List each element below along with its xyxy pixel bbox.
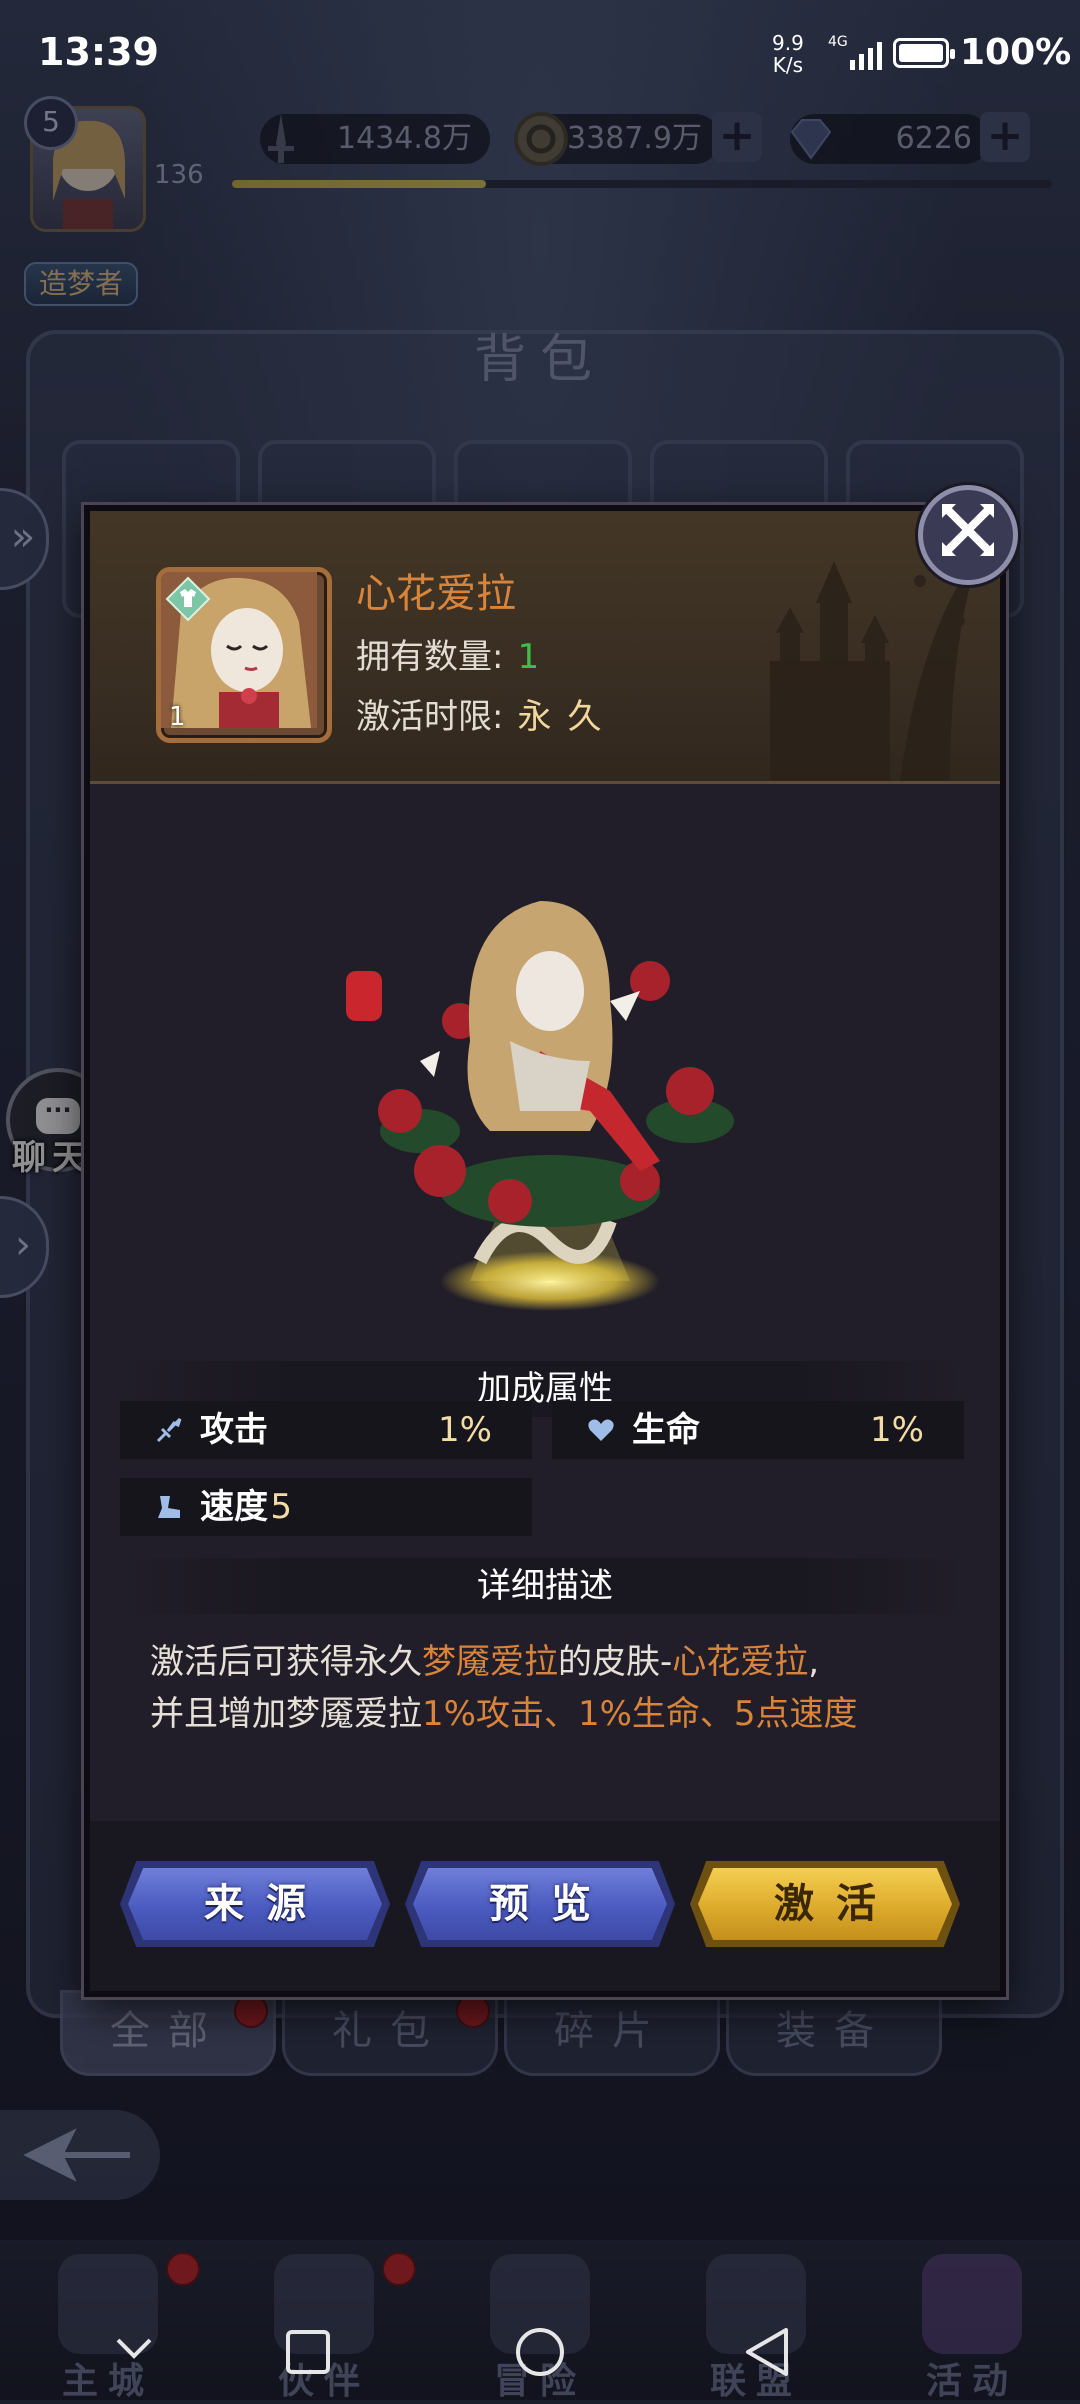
system-navigation-bar: [116, 2328, 788, 2376]
owned-count-row: 拥有数量: 1: [356, 629, 539, 678]
detail-description-header: 详细描述: [120, 1558, 970, 1614]
attribute-value: 1%: [438, 1410, 492, 1450]
signal-type: 4G: [828, 34, 848, 50]
recents-icon[interactable]: [286, 2330, 330, 2374]
duration-label: 激活时限:: [356, 697, 504, 737]
owned-count-label: 拥有数量:: [356, 637, 504, 677]
attribute-speed: 速度 5: [120, 1478, 532, 1536]
duration-value: 永久: [517, 697, 618, 737]
attribute-value: 5: [270, 1487, 292, 1527]
status-bar: 13:39 9.9 K/s 4G 100%: [0, 0, 1080, 100]
attribute-label: 速度: [200, 1487, 268, 1527]
battery-icon: [893, 38, 955, 68]
attribute-label: 生命: [632, 1410, 700, 1450]
duration-row: 激活时限: 永久: [356, 689, 617, 738]
shirt-badge-icon: [165, 576, 211, 622]
skin-detail-dialog: 1 心花爱拉 拥有数量: 1 激活时限: 永久 加成属性 攻击 1% 生命 1%…: [84, 505, 1006, 1997]
status-time: 13:39: [38, 30, 159, 74]
description-highlight: 梦魇爱拉: [422, 1642, 558, 1682]
close-icon: [942, 504, 994, 556]
description-highlight: 心花爱拉: [672, 1642, 809, 1682]
network-speed: 9.9 K/s: [772, 32, 804, 76]
speed-icon: [158, 1496, 180, 1518]
battery-percent: 100%: [960, 32, 1072, 73]
preview-button[interactable]: 预览: [405, 1861, 675, 1947]
dialog-header: 1 心花爱拉 拥有数量: 1 激活时限: 永久: [90, 511, 1000, 784]
activate-button-label: 激活: [774, 1881, 898, 1927]
description-text-part: 并且增加梦魇爱拉: [150, 1694, 422, 1734]
attribute-attack: 攻击 1%: [120, 1401, 532, 1459]
source-button[interactable]: 来源: [120, 1861, 390, 1947]
skin-artwork: [346, 901, 734, 1311]
network-speed-value: 9.9: [772, 31, 804, 55]
source-button-label: 来源: [204, 1881, 328, 1927]
attribute-value: 1%: [870, 1410, 924, 1450]
back-icon[interactable]: [746, 2328, 788, 2376]
detail-description-title: 详细描述: [477, 1566, 613, 1606]
owned-count-value: 1: [517, 637, 540, 677]
description-highlight: 1%攻击、1%生命、5点速度: [422, 1694, 858, 1734]
heart-icon: [588, 1419, 614, 1441]
item-icon-frame: 1: [156, 567, 332, 743]
description-line-2: 并且增加梦魇爱拉1%攻击、1%生命、5点速度: [150, 1688, 950, 1740]
close-dialog-button[interactable]: [918, 485, 1018, 585]
activate-button[interactable]: 激活: [690, 1861, 960, 1947]
attribute-label: 攻击: [200, 1410, 268, 1450]
description-text-part: 的皮肤-: [558, 1642, 673, 1682]
description-text-part: ,: [808, 1642, 820, 1682]
collapse-nav-icon[interactable]: [116, 2338, 152, 2359]
item-count-badge: 1: [169, 702, 186, 732]
signal-bars-icon: [850, 42, 882, 70]
description-text-part: 激活后可获得永久: [150, 1642, 422, 1682]
home-icon[interactable]: [516, 2328, 564, 2376]
attribute-health: 生命 1%: [552, 1401, 964, 1459]
network-speed-unit: K/s: [772, 53, 804, 77]
preview-button-label: 预览: [489, 1881, 613, 1927]
description-text: 激活后可获得永久梦魇爱拉的皮肤-心花爱拉, 并且增加梦魇爱拉1%攻击、1%生命、…: [150, 1636, 950, 1740]
description-line-1: 激活后可获得永久梦魇爱拉的皮肤-心花爱拉,: [150, 1636, 950, 1688]
item-name: 心花爱拉: [356, 571, 516, 617]
attack-icon: [156, 1417, 182, 1443]
